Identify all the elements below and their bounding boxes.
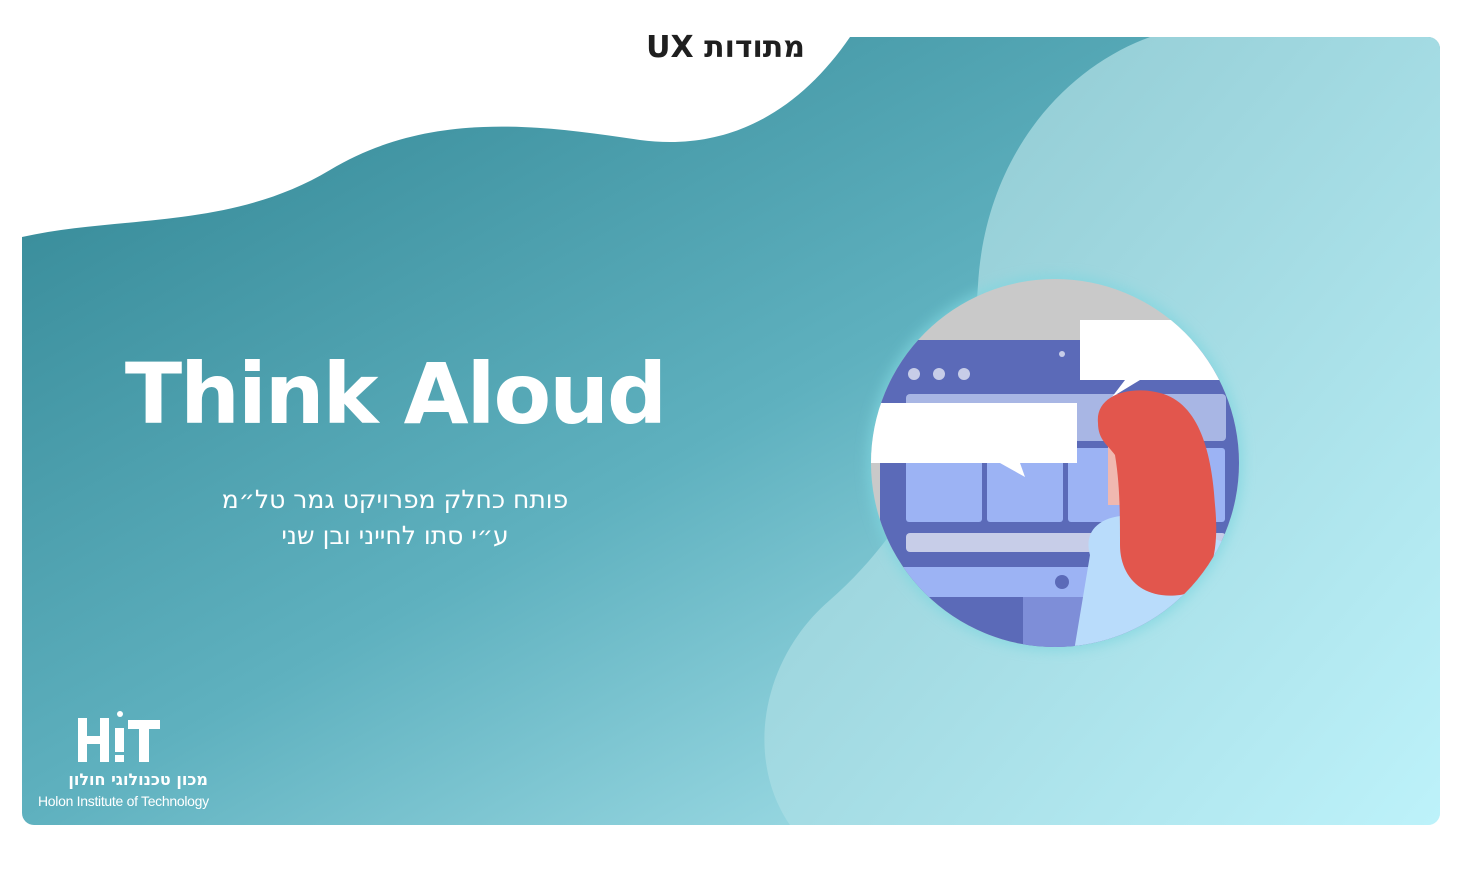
- hit-logo[interactable]: מכון טכנולוגי חולון Holon Institute of T…: [30, 700, 210, 815]
- logo-name-english: Holon Institute of Technology: [38, 793, 209, 809]
- slide-subtitle: פותח כחלק מפרויקט גמר טל״מ ע״י סתו לחיינ…: [140, 482, 650, 554]
- think-aloud-illustration: [867, 275, 1243, 651]
- subtitle-line-2: ע״י סתו לחייני ובן שני: [281, 521, 509, 550]
- hit-logo-mark-icon: [78, 711, 160, 762]
- logo-name-hebrew: מכון טכנולוגי חולון: [68, 770, 208, 789]
- subtitle-line-1: פותח כחלק מפרויקט גמר טל״מ: [221, 485, 569, 514]
- slide-title: Think Aloud: [124, 345, 667, 443]
- category-title: מתודות UX: [646, 30, 805, 65]
- slide: מתודות UX Think Aloud פותח כחלק מפרויקט …: [0, 0, 1463, 875]
